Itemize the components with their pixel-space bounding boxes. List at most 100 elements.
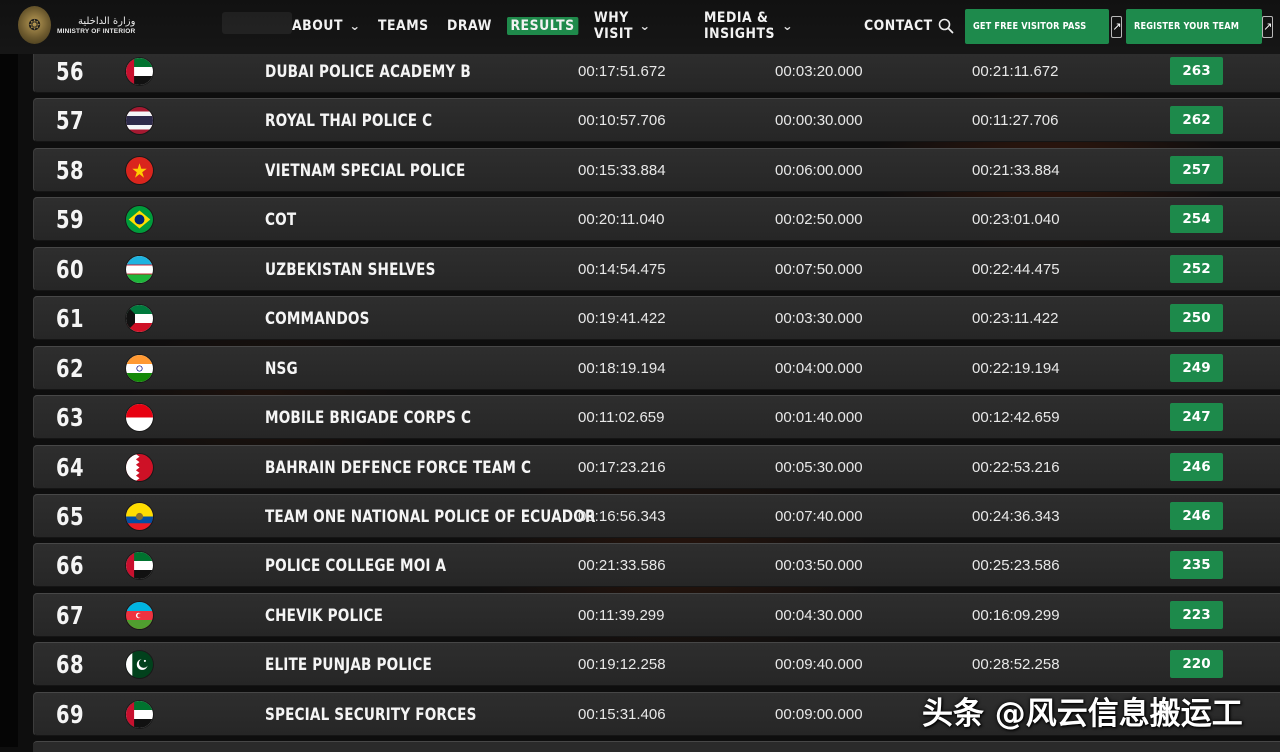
course-time: 00:19:12.258 [578, 656, 666, 673]
nav-item-contact[interactable]: CONTACT [864, 12, 933, 40]
pakistan-flag-icon [126, 651, 153, 678]
nav-item-about[interactable]: ABOUT ⌄ [292, 12, 361, 40]
penalty-time: 00:07:40.000 [775, 508, 863, 525]
score-badge: 250 [1170, 304, 1223, 332]
total-time: 00:16:09.299 [972, 607, 1060, 624]
search-icon[interactable] [938, 18, 954, 34]
course-time: 00:18:19.194 [578, 360, 666, 377]
arrow-up-right-icon: ↗ [1262, 15, 1274, 38]
logo-text: وزارة الداخلية MINISTRY OF INTERIOR [57, 16, 135, 35]
nav-label: TEAMS [378, 18, 429, 34]
penalty-time: 00:03:20.000 [775, 63, 863, 80]
rank-number: 56 [56, 57, 84, 86]
arrow-up-right-icon: ↗ [1111, 15, 1123, 38]
nav-label: RESULTS [507, 17, 579, 35]
table-row[interactable]: 68 ELITE PUNJAB POLICE 00:19:12.258 00:09:4… [33, 642, 1280, 686]
total-time: 00:23:01.040 [972, 211, 1060, 228]
team-name: TEAM ONE NATIONAL POLICE OF ECUADOR [265, 507, 596, 527]
bahrain-flag-icon [126, 454, 153, 481]
team-name: DUBAI POLICE ACADEMY B [265, 62, 471, 82]
team-name: MOBILE BRIGADE CORPS C [265, 408, 472, 428]
score-badge: 246 [1170, 502, 1223, 530]
team-name: COT [265, 210, 297, 230]
team-name: NSG [265, 359, 298, 379]
penalty-time: 00:07:50.000 [775, 261, 863, 278]
table-row[interactable]: 62 NSG 00:18:19.194 00:04:00.000 00:22:19.19… [33, 346, 1280, 390]
kuwait-flag-icon [126, 305, 153, 332]
score-badge: 220 [1170, 650, 1223, 678]
penalty-time: 00:09:40.000 [775, 656, 863, 673]
nav-item-draw[interactable]: DRAW [447, 12, 492, 40]
logo-arabic: وزارة الداخلية [77, 15, 136, 27]
table-row[interactable]: 61 COMMANDOS 00:19:41.422 00:03:30.000 00:23… [33, 296, 1280, 340]
total-time: 00:22:53.216 [972, 459, 1060, 476]
register-team-button[interactable]: REGISTER YOUR TEAM ↗ [1126, 9, 1274, 44]
score-badge: 257 [1170, 156, 1223, 184]
table-row[interactable]: 56 DUBAI POLICE ACADEMY B 00:17:51.672 00:0… [33, 49, 1280, 93]
ecuador-flag-icon [126, 503, 153, 530]
table-row[interactable]: 63 MOBILE BRIGADE CORPS C 00:11:02.659 00:0… [33, 395, 1280, 439]
site-logo[interactable]: ❂ وزارة الداخلية MINISTRY OF INTERIOR [18, 6, 135, 44]
nav-label: ABOUT [292, 18, 343, 34]
nav-item-why-visit[interactable]: WHY VISIT ⌄ [594, 10, 651, 42]
uae-flag-icon [126, 701, 153, 728]
table-row[interactable]: 67 CHEVIK POLICE 00:11:39.299 00:04:30.000 0… [33, 593, 1280, 637]
table-row[interactable]: 66 POLICE COLLEGE MOI A 00:21:33.586 00:03:… [33, 543, 1280, 587]
penalty-time: 00:04:00.000 [775, 360, 863, 377]
penalty-time: 00:01:40.000 [775, 409, 863, 426]
nav-label: CONTACT [864, 18, 933, 34]
score-badge: 246 [1170, 453, 1223, 481]
table-row[interactable]: 60 UZBEKISTAN SHELVES 00:14:54.475 00:07:50… [33, 247, 1280, 291]
course-time: 00:19:41.422 [578, 310, 666, 327]
total-time: 00:24:36.343 [972, 508, 1060, 525]
penalty-time: 00:02:50.000 [775, 211, 863, 228]
table-row[interactable]: 59 COT 00:20:11.040 00:02:50.000 00:23:01.04… [33, 197, 1280, 241]
nav-label: MEDIA & INSIGHTS [704, 10, 775, 42]
team-name: ELITE PUNJAB POLICE [265, 655, 432, 675]
rank-number: 57 [56, 106, 84, 135]
nav-label: DRAW [447, 18, 492, 34]
rank-number: 65 [56, 502, 84, 531]
visitor-pass-button[interactable]: GET FREE VISITOR PASS ↗ [965, 9, 1123, 44]
nav-item-teams[interactable]: TEAMS [378, 12, 429, 40]
total-time: 00:12:42.659 [972, 409, 1060, 426]
team-name: VIETNAM SPECIAL POLICE [265, 161, 466, 181]
penalty-time: 00:03:30.000 [775, 310, 863, 327]
table-row[interactable]: 64 BAHRAIN DEFENCE FORCE TEAM C 00:17:23.2… [33, 445, 1280, 489]
course-time: 00:21:33.586 [578, 557, 666, 574]
register-team-label: REGISTER YOUR TEAM [1134, 21, 1240, 32]
nav-item-media-insights[interactable]: MEDIA & INSIGHTS ⌄ [704, 10, 794, 42]
penalty-time: 00:03:50.000 [775, 557, 863, 574]
score-badge: 247 [1170, 403, 1223, 431]
rank-number: 69 [56, 700, 84, 729]
course-time: 00:10:57.706 [578, 112, 666, 129]
score-badge: 263 [1170, 57, 1223, 85]
course-time: 00:20:11.040 [578, 211, 665, 228]
falcon-emblem-icon: ❂ [18, 6, 51, 44]
score-badge: 235 [1170, 551, 1223, 579]
rank-number: 66 [56, 551, 84, 580]
rank-number: 59 [56, 205, 84, 234]
total-time: 00:22:19.194 [972, 360, 1060, 377]
vietnam-flag-icon [126, 157, 153, 184]
india-flag-icon [126, 355, 153, 382]
score-badge: 254 [1170, 205, 1223, 233]
course-time: 00:17:23.216 [578, 459, 666, 476]
rank-number: 63 [56, 403, 84, 432]
rank-number: 64 [56, 453, 84, 482]
team-name: CHEVIK POLICE [265, 606, 384, 626]
course-time: 00:11:02.659 [578, 409, 665, 426]
penalty-time: 00:04:30.000 [775, 607, 863, 624]
rank-number: 58 [56, 156, 84, 185]
table-row[interactable]: 58 VIETNAM SPECIAL POLICE 00:15:33.884 00:0… [33, 148, 1280, 192]
table-row[interactable]: 65 TEAM ONE NATIONAL POLICE OF ECUADOR 00:… [33, 494, 1280, 538]
penalty-time: 00:00:30.000 [775, 112, 863, 129]
course-time: 00:17:51.672 [578, 63, 666, 80]
table-row[interactable]: 57 ROYAL THAI POLICE C 00:10:57.706 00:00:3… [33, 98, 1280, 142]
site-header: ❂ وزارة الداخلية MINISTRY OF INTERIOR AB… [0, 0, 1280, 54]
nav-item-results[interactable]: RESULTS [507, 12, 579, 40]
logo-english: MINISTRY OF INTERIOR [57, 27, 136, 35]
chevron-down-icon: ⌄ [781, 19, 794, 33]
penalty-time: 00:05:30.000 [775, 459, 863, 476]
indonesia-flag-icon [126, 404, 153, 431]
